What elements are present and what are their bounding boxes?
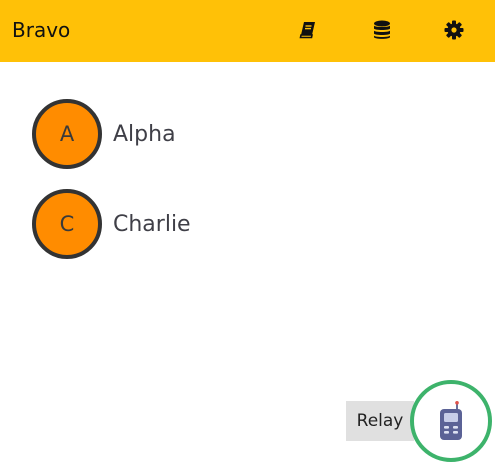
avatar-initial: C bbox=[59, 212, 75, 236]
avatar-initial: A bbox=[59, 122, 75, 146]
contact-item-alpha[interactable]: A Alpha bbox=[32, 99, 176, 169]
database-icon bbox=[374, 20, 390, 39]
avatar: C bbox=[32, 189, 102, 259]
settings-button[interactable] bbox=[442, 18, 466, 42]
relay-button[interactable] bbox=[410, 380, 492, 462]
book-icon bbox=[299, 22, 315, 39]
database-button[interactable] bbox=[370, 18, 394, 42]
avatar: A bbox=[32, 99, 102, 169]
book-button[interactable] bbox=[296, 18, 320, 42]
contact-name: Alpha bbox=[113, 121, 176, 147]
gear-icon bbox=[444, 20, 464, 40]
app-title: Bravo bbox=[12, 18, 71, 42]
contact-name: Charlie bbox=[113, 211, 191, 237]
contact-item-charlie[interactable]: C Charlie bbox=[32, 189, 191, 259]
relay-label: Relay bbox=[346, 401, 414, 441]
app-header: Bravo bbox=[0, 0, 495, 62]
walkie-talkie-icon bbox=[440, 401, 462, 440]
